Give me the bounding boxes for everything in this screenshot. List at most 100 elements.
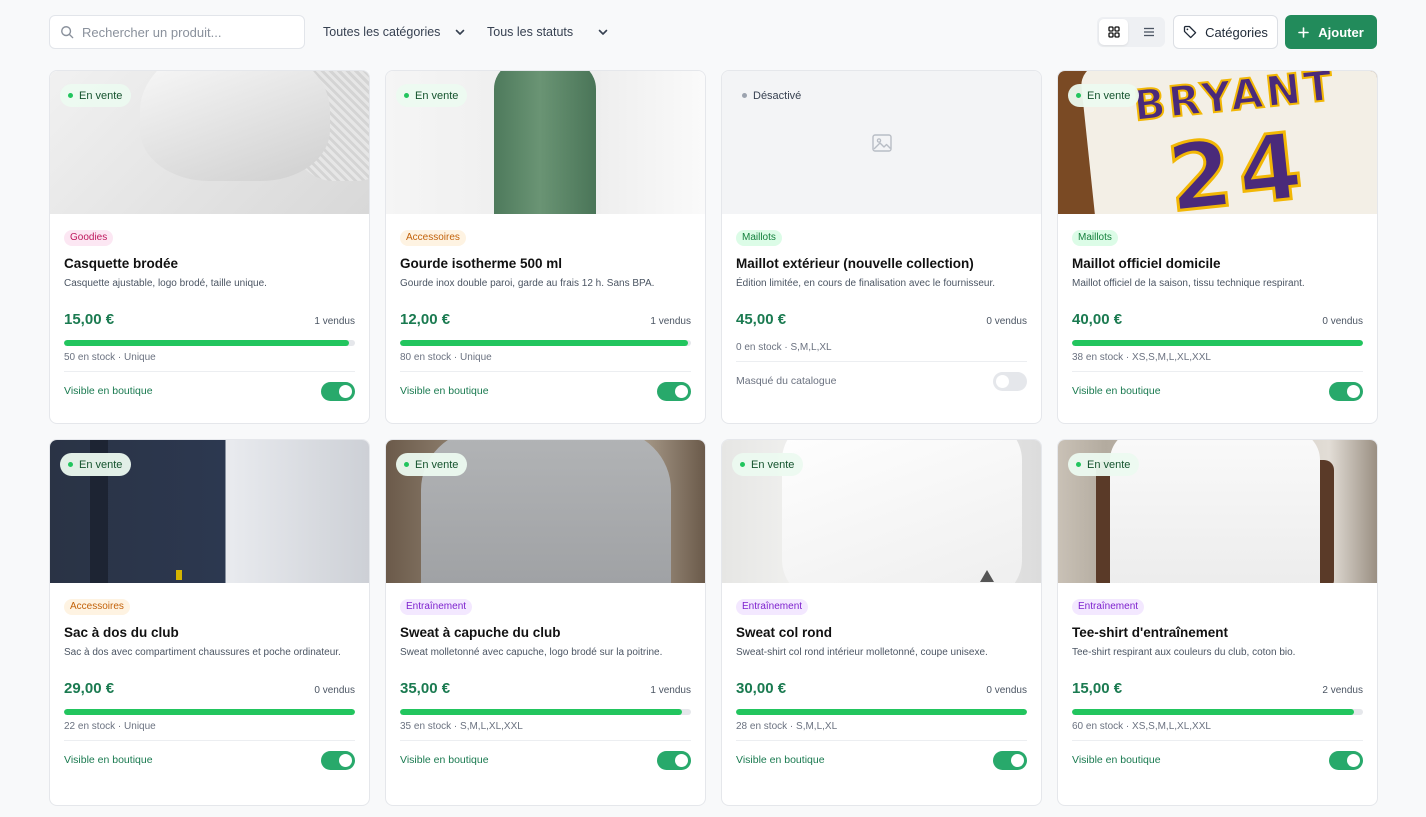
product-title: Gourde isotherme 500 ml (400, 256, 563, 271)
status-label: En vente (415, 89, 459, 102)
visibility-toggle[interactable] (321, 381, 355, 401)
status-filter-label: Tous les statuts (487, 25, 574, 39)
product-card[interactable]: En vente Accessoires Sac à dos du club S… (49, 439, 370, 806)
category-badge: Maillots (1072, 230, 1118, 246)
image-placeholder-icon (871, 133, 892, 152)
visibility-toggle[interactable] (993, 371, 1027, 391)
product-description: Sweat-shirt col rond intérieur molletonn… (736, 647, 988, 658)
toggle-knob (675, 753, 688, 767)
product-image: En vente (1058, 440, 1377, 583)
stock-bar (400, 340, 691, 346)
status-dot (740, 462, 745, 467)
toggle-knob (996, 374, 1009, 388)
sold-count: 0 vendus (314, 685, 355, 696)
status-dot (404, 93, 409, 98)
visibility-toggle[interactable] (657, 381, 691, 401)
visibility-toggle[interactable] (657, 750, 691, 770)
visibility-toggle[interactable] (321, 750, 355, 770)
product-card[interactable]: En vente Entraînement Tee-shirt d'entraî… (1057, 439, 1378, 806)
tag-icon (1183, 25, 1197, 39)
status-badge: En vente (732, 453, 804, 476)
category-filter-select[interactable]: Toutes les catégories (323, 15, 466, 49)
product-description: Gourde inox double paroi, garde au frais… (400, 278, 655, 289)
stock-bar-fill (64, 709, 355, 715)
search-box[interactable] (49, 15, 305, 49)
toggle-knob (1011, 753, 1024, 767)
stock-bar-fill (400, 340, 689, 346)
sold-count: 1 vendus (650, 685, 691, 696)
product-image: En vente (50, 71, 369, 214)
status-badge: En vente (1068, 84, 1140, 107)
visibility-label: Visible en boutique (64, 754, 153, 766)
product-title: Casquette brodée (64, 256, 179, 271)
category-badge: Entraînement (736, 599, 809, 615)
status-badge: En vente (396, 453, 468, 476)
visibility-toggle[interactable] (1329, 750, 1363, 770)
product-grid: En vente Goodies Casquette brodée Casque… (49, 70, 1378, 806)
stock-info: 50 en stock · Unique (64, 352, 156, 363)
product-card[interactable]: En vente Goodies Casquette brodée Casque… (49, 70, 370, 424)
sold-count: 0 vendus (986, 685, 1027, 696)
toggle-knob (339, 384, 352, 398)
list-view-button[interactable] (1134, 19, 1163, 45)
status-badge: En vente (1068, 453, 1140, 476)
status-label: En vente (79, 89, 123, 102)
status-dot (68, 462, 73, 467)
sold-count: 2 vendus (1322, 685, 1363, 696)
product-card[interactable]: BRYANT 24 En vente Maillots Maillot offi… (1057, 70, 1378, 424)
sold-count: 1 vendus (314, 316, 355, 327)
stock-info: 60 en stock · XS,S,M,L,XL,XXL (1072, 721, 1211, 732)
product-image: En vente (50, 440, 369, 583)
product-price: 12,00 € (400, 311, 451, 328)
product-title: Sweat col rond (736, 625, 833, 640)
product-price: 30,00 € (736, 680, 787, 697)
jersey-number-print: 24 (1161, 110, 1314, 214)
stock-bar-fill (64, 340, 350, 346)
product-card[interactable]: En vente Accessoires Gourde isotherme 50… (385, 70, 706, 424)
product-price: 40,00 € (1072, 311, 1123, 328)
stock-info: 38 en stock · XS,S,M,L,XL,XXL (1072, 352, 1211, 363)
stock-bar (1072, 340, 1363, 346)
toolbar: Toutes les catégories Tous les statuts C… (49, 15, 1377, 49)
search-input[interactable] (82, 24, 292, 40)
product-title: Sweat à capuche du club (400, 625, 561, 640)
view-toggle (1097, 17, 1165, 47)
stock-info: 80 en stock · Unique (400, 352, 492, 363)
product-description: Sweat molletonné avec capuche, logo brod… (400, 647, 663, 658)
product-description: Sac à dos avec compartiment chaussures e… (64, 647, 341, 658)
stock-bar-fill (736, 709, 1027, 715)
search-icon (61, 26, 74, 39)
visibility-label: Visible en boutique (400, 385, 489, 397)
product-image-placeholder: Désactivé (722, 71, 1041, 214)
categories-button[interactable]: Catégories (1173, 15, 1278, 49)
product-price: 45,00 € (736, 311, 787, 328)
toggle-knob (1347, 384, 1360, 398)
status-dot (68, 93, 73, 98)
visibility-toggle[interactable] (1329, 381, 1363, 401)
add-button-label: Ajouter (1318, 24, 1364, 40)
visibility-label: Visible en boutique (1072, 754, 1161, 766)
stock-info: 35 en stock · S,M,L,XL,XXL (400, 721, 523, 732)
stock-bar-fill (1072, 709, 1355, 715)
grid-view-button[interactable] (1099, 19, 1128, 45)
product-card[interactable]: En vente Entraînement Sweat à capuche du… (385, 439, 706, 806)
sold-count: 0 vendus (986, 316, 1027, 327)
status-label: Désactivé (753, 89, 802, 102)
category-badge: Accessoires (64, 599, 130, 615)
product-price: 29,00 € (64, 680, 115, 697)
category-filter-label: Toutes les catégories (323, 25, 441, 39)
stock-bar (64, 340, 355, 346)
stock-info: 22 en stock · Unique (64, 721, 156, 732)
status-label: En vente (415, 458, 459, 471)
visibility-label: Visible en boutique (400, 754, 489, 766)
sold-count: 1 vendus (650, 316, 691, 327)
status-filter-select[interactable]: Tous les statuts (487, 15, 609, 49)
add-product-button[interactable]: Ajouter (1285, 15, 1377, 49)
product-card[interactable]: Désactivé Maillots Maillot extérieur (no… (721, 70, 1042, 424)
status-label: En vente (751, 458, 795, 471)
product-image: En vente (386, 71, 705, 214)
category-badge: Maillots (736, 230, 782, 246)
product-card[interactable]: En vente Entraînement Sweat col rond Swe… (721, 439, 1042, 806)
category-badge: Entraînement (1072, 599, 1145, 615)
visibility-toggle[interactable] (993, 750, 1027, 770)
